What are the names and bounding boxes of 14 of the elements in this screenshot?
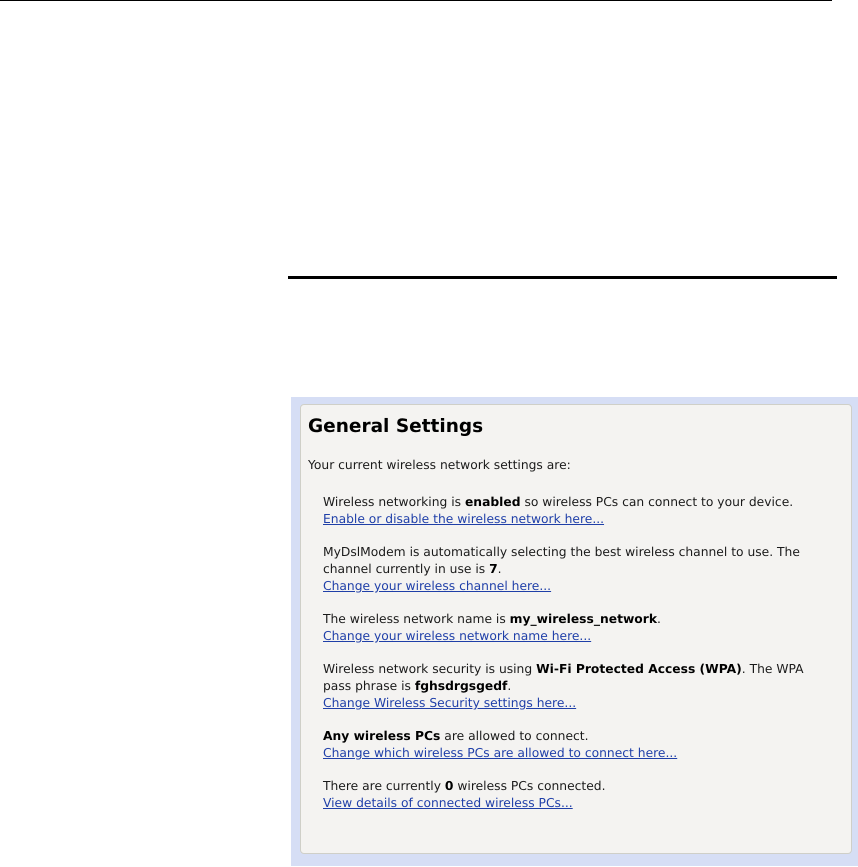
setting-description: Wireless network security is using Wi-Fi Protected Access (WPA). The WPA pass phrase is fghsdrgsgedf. [323,661,805,695]
settings-link[interactable]: Change your wireless channel here... [323,578,552,595]
setting-description: There are currently 0 wireless PCs connected. [323,778,607,795]
panel-title: General Settings [308,415,484,439]
settings-link[interactable]: Enable or disable the wireless network here... [323,511,604,528]
setting-description: The wireless network name is my_wireless_network. [323,611,662,628]
settings-link[interactable]: View details of connected wireless PCs... [323,795,573,812]
setting-description: Any wireless PCs are allowed to connect. [323,728,590,745]
settings-link[interactable]: Change which wireless PCs are allowed to connect here... [323,745,678,762]
setting-description: MyDslModem is automatically selecting the best wireless channel to use. The channel currently in use is 7. [323,544,801,578]
setting-description: Wireless networking is enabled so wireless PCs can connect to your device. [323,494,794,511]
intro-text: Your current wireless network settings are: [308,457,571,474]
settings-link[interactable]: Change your wireless network name here... [323,628,592,645]
settings-link[interactable]: Change Wireless Security settings here... [323,695,576,712]
